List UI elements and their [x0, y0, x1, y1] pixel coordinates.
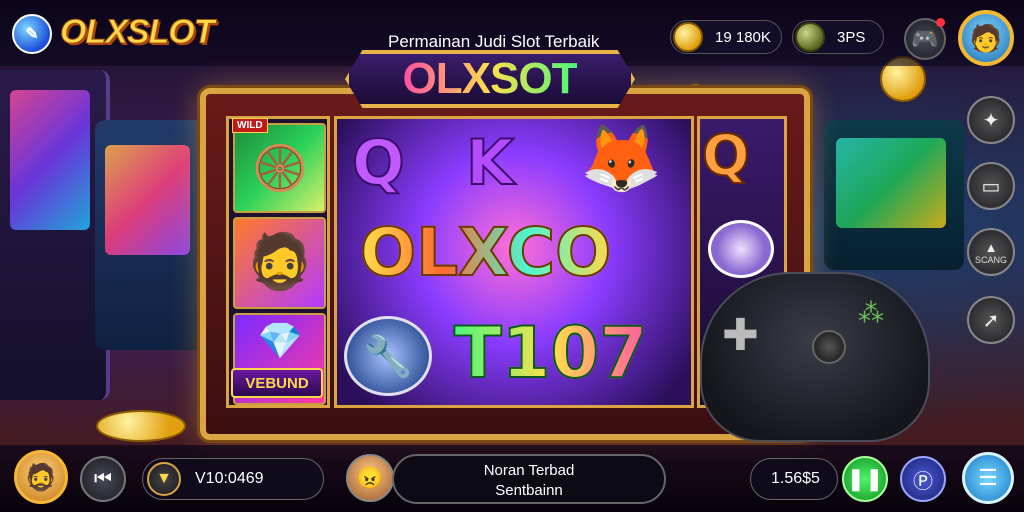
coins-balance[interactable]: 19 180K [670, 20, 782, 54]
logo-text: OLXSLOT [60, 13, 216, 52]
opponent-avatar[interactable]: 😠 [346, 454, 394, 502]
side-button-puzzle[interactable]: ✦ [967, 96, 1015, 144]
gems-value: 3PS [837, 28, 866, 46]
gamepad-icon: 🎮 [911, 26, 939, 51]
banner-text: OLXSOT [402, 54, 579, 103]
tagline: Permainan Judi Slot Terbaik [388, 32, 600, 51]
message-box: Noran Terbad Sentbainn [392, 454, 666, 504]
menu-button[interactable]: ☰ [962, 452, 1014, 504]
warrior-symbol-icon: 🧔 [246, 231, 314, 292]
disc-symbol-icon [708, 220, 774, 278]
previous-icon: ⏮ [94, 467, 112, 490]
slot-banner: OLXSOT [345, 50, 635, 108]
profile-avatar-icon: 🧑 [969, 22, 1003, 53]
bonus-tag: VEBUND [231, 368, 323, 398]
symbol-t107: T107 [453, 311, 649, 395]
balance-value: 1.56$5 [771, 470, 820, 487]
opponent-avatar-icon: 😠 [356, 465, 384, 490]
previous-button[interactable]: ⏮ [80, 456, 126, 502]
arcade-cabinet-right [824, 120, 964, 270]
p-badge-button[interactable]: Ⓟ [900, 456, 946, 502]
symbol-olxco: OLXCO [359, 213, 612, 292]
wheel-symbol-icon: 🛞 [252, 144, 308, 193]
gem-symbol-icon: 💎 [257, 320, 303, 361]
balance-display[interactable]: 1.56$5 [750, 458, 838, 500]
side-button-chest[interactable]: ▭ [967, 162, 1015, 210]
gem-icon [795, 22, 825, 52]
animal-symbol-icon: 🦊 [580, 120, 663, 197]
shop-icon: ▲ [984, 239, 998, 255]
player-avatar[interactable]: 🧔 [14, 450, 68, 504]
symbol-q: Q [351, 125, 406, 200]
trophy-icon: ▼ [147, 462, 181, 496]
wrench-symbol-icon: 🔧 [344, 316, 432, 396]
symbol-k: K [465, 125, 515, 200]
side-button-label: SCANG [974, 254, 1007, 265]
message-line-2: Sentbainn [495, 482, 563, 499]
message-line-1: Noran Terbad [483, 462, 575, 479]
symbol-q-orange: Q [701, 123, 751, 190]
side-button-share[interactable]: ➚ [967, 296, 1015, 344]
player-avatar-icon: 🧔 [24, 461, 58, 492]
dpad-icon: ✚ [722, 311, 759, 360]
bet-value: V10:0469 [195, 470, 264, 487]
notification-dot [936, 18, 945, 27]
chest-icon: ▭ [981, 175, 1001, 198]
play-pause-button[interactable]: ❚❚ [842, 456, 888, 502]
p-badge-icon: Ⓟ [913, 470, 933, 493]
bet-display[interactable]: ▼ V10:0469 [142, 458, 324, 500]
arcade-cabinet-left [0, 70, 110, 400]
puzzle-icon: ✦ [982, 109, 1000, 132]
arcade-screen [836, 138, 946, 228]
play-pause-icon: ❚❚ [846, 466, 884, 491]
arcade-cabinet-left-2 [95, 120, 205, 350]
coins-value: 19 180K [715, 28, 771, 46]
wild-tag: WILD [232, 118, 268, 133]
side-button-shop[interactable]: ▲ SCANG [967, 228, 1015, 276]
gems-balance[interactable]: 3PS [792, 20, 884, 54]
share-icon: ➚ [982, 309, 1000, 332]
logo-badge-icon: ✎ [12, 14, 52, 54]
coin-icon [673, 22, 703, 52]
coin-decoration [96, 410, 186, 442]
profile-avatar[interactable]: 🧑 [958, 10, 1014, 66]
arcade-screen [10, 90, 90, 230]
analog-stick [812, 330, 846, 364]
face-buttons-icon: ⁂ [858, 298, 884, 328]
menu-icon: ☰ [978, 465, 998, 490]
arcade-screen [105, 145, 190, 255]
